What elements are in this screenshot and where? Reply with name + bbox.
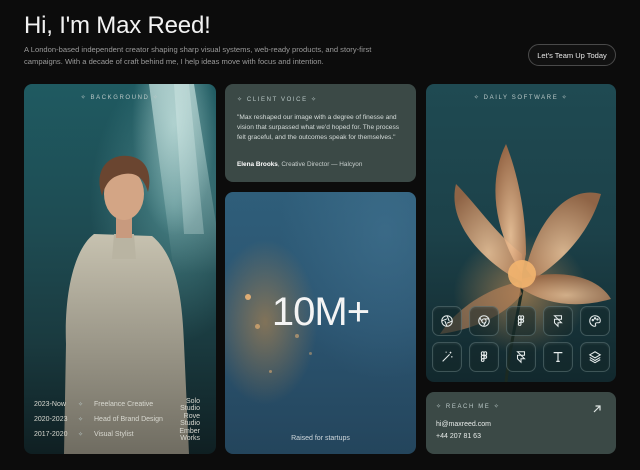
testimonial-author: Elena Brooks, Creative Director — Halcyo… — [237, 161, 363, 168]
figma-icon[interactable] — [506, 306, 536, 336]
timeline-row: 2017-2020 ✧ Visual Stylist Ember Works — [34, 427, 200, 442]
sparkle-icon: ✧ — [561, 95, 569, 101]
chrome-icon[interactable] — [469, 306, 499, 336]
type-icon[interactable] — [543, 342, 573, 372]
software-grid — [432, 306, 610, 378]
sparkle-icon: ✧ — [473, 95, 481, 101]
sparkle-icon: ✧ — [78, 402, 84, 408]
sparkle-icon: ✧ — [310, 97, 318, 103]
sparkle-icon: ✧ — [237, 97, 244, 103]
magic-wand-icon[interactable] — [432, 342, 462, 372]
client-voice-card: ✧ CLIENT VOICE ✧ "Max reshaped our image… — [225, 84, 416, 182]
layers-icon[interactable] — [580, 342, 610, 372]
sparkle-icon: ✧ — [78, 417, 84, 423]
page-title: Hi, I'm Max Reed! — [24, 12, 211, 39]
section-label: CLIENT VOICE — [246, 97, 308, 103]
bokeh-light — [309, 352, 312, 355]
stat-value: 10M+ — [271, 290, 370, 334]
timeline-row: 2023-Now ✧ Freelance Creative Solo Studi… — [34, 397, 200, 412]
sparkle-icon: ✧ — [80, 95, 88, 101]
timeline-row: 2020-2023 ✧ Head of Brand Design Rove St… — [34, 412, 200, 427]
testimonial-quote: "Max reshaped our image with a degree of… — [237, 114, 400, 142]
email-link[interactable]: hi@maxreed.com — [436, 421, 491, 428]
palette-icon[interactable] — [580, 306, 610, 336]
framer-icon[interactable] — [543, 306, 573, 336]
daily-software-card: ✧ DAILY SOFTWARE ✧ — [426, 84, 616, 382]
sparkle-icon: ✧ — [493, 404, 501, 410]
stats-card: 10M+ Raised for startups — [225, 192, 416, 454]
phone-number: +44 207 81 63 — [436, 433, 481, 440]
sparkle-icon: ✧ — [152, 95, 160, 101]
reach-me-card: ✧ REACH ME ✧ hi@maxreed.com +44 207 81 6… — [426, 392, 616, 454]
experience-timeline: 2023-Now ✧ Freelance Creative Solo Studi… — [34, 397, 206, 442]
framer-icon[interactable] — [506, 342, 536, 372]
arrow-up-right-icon[interactable] — [592, 404, 602, 414]
team-up-button[interactable]: Let's Team Up Today — [528, 44, 616, 66]
section-label: DAILY SOFTWARE — [483, 95, 559, 101]
sparkle-icon: ✧ — [436, 404, 443, 410]
intro-paragraph: A London-based independent creator shapi… — [24, 45, 372, 66]
figma-icon[interactable] — [469, 342, 499, 372]
background-card: ✧ BACKGROUND ✧ 2023-Now ✧ Freelance Crea… — [24, 84, 216, 454]
bokeh-light — [269, 370, 272, 373]
section-label: REACH ME — [445, 404, 491, 410]
section-label: BACKGROUND — [90, 95, 150, 101]
aperture-icon[interactable] — [432, 306, 462, 336]
sparkle-icon: ✧ — [78, 432, 84, 438]
stat-caption: Raised for startups — [291, 435, 350, 442]
